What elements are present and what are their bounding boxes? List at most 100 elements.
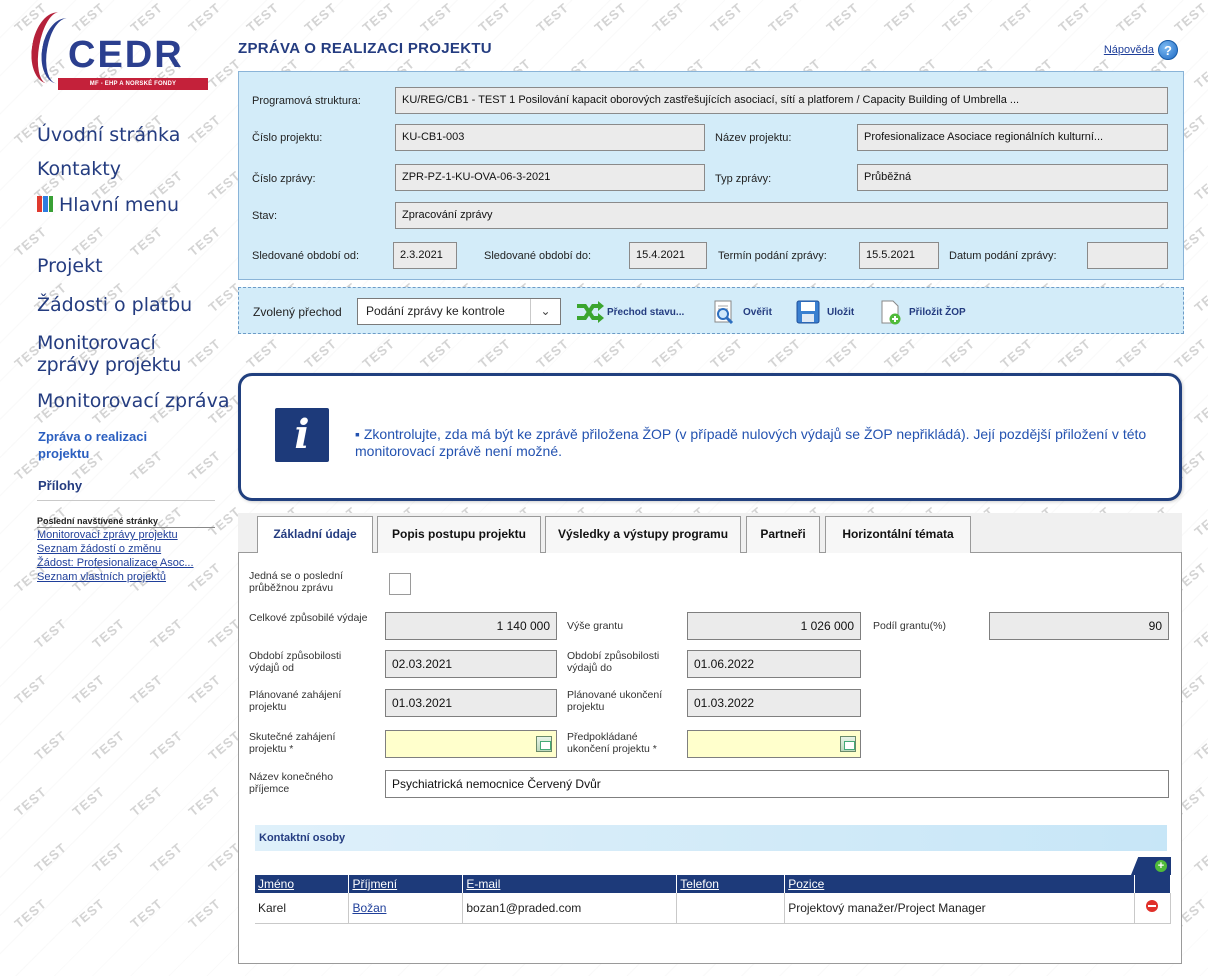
recipient-input[interactable]: Psychiatrická nemocnice Červený Dvůr xyxy=(385,770,1169,798)
watermark-text: TEST xyxy=(591,335,630,372)
eligible-from-field: 02.03.2021 xyxy=(385,650,557,678)
col-first-name[interactable]: Jméno xyxy=(255,875,350,893)
nav-sub-attachments[interactable]: Přílohy xyxy=(38,477,82,494)
help-icon[interactable]: ? xyxy=(1158,40,1178,60)
transition-state-label: Přechod stavu... xyxy=(607,306,685,318)
recent-link-4[interactable]: Seznam vlastních projektů xyxy=(37,571,166,583)
watermark-text: TEST xyxy=(1113,335,1152,372)
period-from-field: 2.3.2021 xyxy=(393,242,457,269)
nav-sub-implementation-report[interactable]: Zpráva o realizaci projektu xyxy=(38,428,188,462)
report-type-field: Průběžná xyxy=(857,164,1168,191)
recent-link-1[interactable]: Monitorovací zprávy projektu xyxy=(37,529,178,541)
nav-home[interactable]: Úvodní stránka xyxy=(37,124,180,146)
watermark-text: TEST xyxy=(1171,0,1208,36)
expected-end-label: Předpokládané ukončení projektu * xyxy=(567,731,657,755)
transition-label: Zvolený přechod xyxy=(253,305,342,319)
tab-project-description[interactable]: Popis postupu projektu xyxy=(377,516,541,553)
watermark-text: TEST xyxy=(1171,335,1208,372)
nav-project[interactable]: Projekt xyxy=(37,255,103,277)
tab-horizontal-topics[interactable]: Horizontální témata xyxy=(825,516,971,553)
alert-text: Zkontrolujte, zda má být ke zprávě přilo… xyxy=(355,426,1147,459)
add-icon[interactable]: + xyxy=(1155,860,1167,872)
watermark-text: TEST xyxy=(1055,0,1094,36)
watermark-text: TEST xyxy=(1191,167,1208,204)
nav-payment-requests[interactable]: Žádosti o platbu xyxy=(37,294,192,316)
tab-basic-data[interactable]: Základní údaje xyxy=(257,516,373,554)
col-last-name[interactable]: Příjmení xyxy=(348,875,464,893)
watermark-text: TEST xyxy=(1191,503,1208,540)
calendar-icon[interactable] xyxy=(840,736,856,752)
transition-select[interactable]: Podání zprávy ke kontrole ⌄ xyxy=(357,298,561,325)
info-alert: i ▪ Zkontrolujte, zda má být ke zprávě p… xyxy=(238,373,1182,501)
col-actions xyxy=(1134,875,1172,893)
info-icon: i xyxy=(275,408,329,462)
cedr-logo[interactable]: CEDR MF - EHP A NORSKÉ FONDY xyxy=(26,8,208,96)
add-document-icon xyxy=(877,299,903,325)
submitted-field xyxy=(1087,242,1168,269)
watermark-text: TEST xyxy=(1191,615,1208,652)
col-position[interactable]: Pozice xyxy=(784,875,1135,893)
save-label: Uložit xyxy=(827,306,855,318)
period-to-label: Sledované období do: xyxy=(484,250,592,262)
tab-partners[interactable]: Partneři xyxy=(746,516,820,553)
tab-program-results[interactable]: Výsledky a výstupy programu xyxy=(545,516,741,553)
report-type-label: Typ zprávy: xyxy=(715,173,772,185)
total-costs-field: 1 140 000 xyxy=(385,612,557,640)
save-button[interactable]: Uložit xyxy=(795,298,854,326)
watermark-text: TEST xyxy=(939,335,978,372)
watermark-text: TEST xyxy=(997,335,1036,372)
table-header-row: Jméno Příjmení E-mail Telefon Pozice xyxy=(255,875,1172,893)
project-no-label: Číslo projektu: xyxy=(252,132,323,144)
cell-email: bozan1@praded.com xyxy=(462,893,678,924)
watermark-text: TEST xyxy=(243,335,282,372)
col-email[interactable]: E-mail xyxy=(462,875,678,893)
watermark-text: TEST xyxy=(591,0,630,36)
calendar-icon[interactable] xyxy=(536,736,552,752)
recent-pages-title: Poslední navštívené stránky xyxy=(37,516,159,526)
project-name-label: Název projektu: xyxy=(715,132,792,144)
watermark-text: TEST xyxy=(301,0,340,36)
state-field: Zpracování zprávy xyxy=(395,202,1168,229)
watermark-text: TEST xyxy=(1191,391,1208,428)
delete-icon[interactable] xyxy=(1146,900,1159,913)
watermark-text: TEST xyxy=(649,335,688,372)
nav-contacts[interactable]: Kontakty xyxy=(37,158,121,180)
nav-main-menu[interactable]: Hlavní menu xyxy=(37,194,179,216)
watermark-text: TEST xyxy=(1191,839,1208,876)
watermark-text: TEST xyxy=(997,0,1036,36)
last-report-checkbox[interactable] xyxy=(389,573,411,595)
watermark-text: TEST xyxy=(765,0,804,36)
cell-last-name-link[interactable]: Božan xyxy=(348,893,464,924)
attach-zop-button[interactable]: Přiložit ŽOP xyxy=(877,298,966,326)
report-info-panel: Programová struktura: KU/REG/CB1 - TEST … xyxy=(238,71,1184,280)
alert-message: ▪ Zkontrolujte, zda má být ke zprávě při… xyxy=(355,426,1155,460)
recent-divider xyxy=(37,527,215,528)
deadline-label: Termín podání zprávy: xyxy=(718,250,827,262)
period-to-field: 15.4.2021 xyxy=(629,242,707,269)
verify-label: Ověřit xyxy=(743,306,772,318)
floppy-disk-icon xyxy=(795,299,821,325)
contacts-section-title: Kontaktní osoby xyxy=(255,825,1167,851)
recent-link-2[interactable]: Seznam žádostí o změnu xyxy=(37,543,161,555)
recent-link-3[interactable]: Žádost: Profesionalizace Asoc... xyxy=(37,557,194,569)
verify-button[interactable]: Ověřit xyxy=(711,298,772,326)
help-link[interactable]: Nápověda xyxy=(1104,44,1154,56)
action-toolbar: Zvolený přechod Podání zprávy ke kontrol… xyxy=(238,287,1184,334)
nav-monitoring-report[interactable]: Monitorovací zpráva xyxy=(37,390,229,412)
cell-phone xyxy=(676,893,786,924)
watermark-text: TEST xyxy=(475,0,514,36)
watermark-text: TEST xyxy=(1191,279,1208,316)
submitted-label: Datum podání zprávy: xyxy=(949,250,1057,262)
expected-end-input[interactable] xyxy=(687,730,861,758)
transition-state-button[interactable]: Přechod stavu... xyxy=(575,298,684,326)
nav-monitoring-reports[interactable]: Monitorovací zprávy projektu xyxy=(37,332,223,376)
watermark-text: TEST xyxy=(1113,0,1152,36)
watermark-text: TEST xyxy=(707,0,746,36)
actual-start-input[interactable] xyxy=(385,730,557,758)
project-name-field: Profesionalizace Asociace regionálních k… xyxy=(857,124,1168,151)
watermark-text: TEST xyxy=(881,335,920,372)
col-phone[interactable]: Telefon xyxy=(676,875,786,893)
tab-bar: Základní údaje Popis postupu projektu Vý… xyxy=(238,513,1182,554)
bullet: ▪ xyxy=(355,426,364,442)
watermark-text: TEST xyxy=(417,0,456,36)
